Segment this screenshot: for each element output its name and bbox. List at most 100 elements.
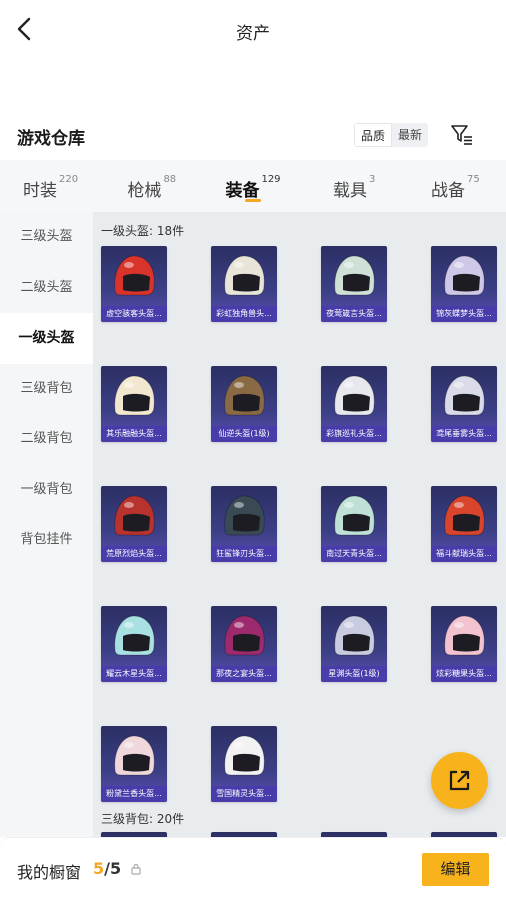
item-label: 雪国精灵头盔... xyxy=(211,786,277,802)
item-card[interactable]: 锦灰蝶梦头盔... xyxy=(431,246,497,322)
share-icon xyxy=(449,770,470,791)
tab-count: 88 xyxy=(163,174,177,185)
item-card[interactable]: 耀云木星头盔... xyxy=(101,606,167,682)
item-label: 鸢尾垂雾头盔... xyxy=(431,426,497,442)
filter-button[interactable] xyxy=(450,123,474,147)
showcase-total: 5 xyxy=(109,859,122,878)
item-label: 其乐融融头盔... xyxy=(101,426,167,442)
sidebar-item-level1-backpack[interactable]: 一级背包 xyxy=(0,465,93,516)
helmet-icon xyxy=(334,615,375,656)
helmet-icon xyxy=(334,255,375,296)
tab-label: 时装 xyxy=(23,181,58,201)
item-label: 锦灰蝶梦头盔... xyxy=(431,306,497,322)
sidebar: 三级头盔 二级头盔 一级头盔 三级背包 二级背包 一级背包 背包挂件 xyxy=(0,212,93,837)
item-label: 福斗献瑞头盔... xyxy=(431,546,497,562)
tab-label: 装备 xyxy=(225,181,260,201)
item-card[interactable]: 雪国精灵头盔... xyxy=(211,726,277,802)
item-label: 彩旗巡礼头盔... xyxy=(321,426,387,442)
tab-count: 75 xyxy=(467,174,480,185)
active-tab-indicator xyxy=(245,199,261,202)
item-label: 荒原烈焰头盔... xyxy=(101,546,167,562)
tab-count: 220 xyxy=(59,174,79,185)
helmet-icon xyxy=(114,375,155,416)
helmet-icon xyxy=(114,255,155,296)
lock-icon xyxy=(131,863,141,875)
helmet-icon xyxy=(444,495,485,536)
item-card[interactable]: 其乐融融头盔... xyxy=(101,366,167,442)
tab-vehicles[interactable]: 载具3 xyxy=(304,160,405,212)
tab-equipment[interactable]: 装备129 xyxy=(202,160,303,212)
item-label: 彩虹独角兽头... xyxy=(211,306,277,322)
item-label: 粉黛兰香头盔... xyxy=(101,786,167,802)
asset-page: 资产 游戏仓库 品质 最新 时装220 枪械88 装备129 载具3 战备75 xyxy=(0,0,506,897)
helmet-icon xyxy=(444,255,485,296)
item-card[interactable]: 南过天青头盔... xyxy=(321,486,387,562)
sidebar-item-level3-helmet[interactable]: 三级头盔 xyxy=(0,212,93,263)
helmet-icon xyxy=(224,375,265,416)
section-title: 一级头盔: 18件 xyxy=(101,224,185,238)
sidebar-item-level3-backpack[interactable]: 三级背包 xyxy=(0,364,93,415)
share-fab-button[interactable] xyxy=(431,752,488,809)
showcase-count: 5/5 xyxy=(93,859,121,878)
item-grid: 一级头盔: 18件 三级背包: 20件 虚空骇客头盔... 彩虹独角兽头... 夜莺… xyxy=(93,212,506,837)
tab-fashion[interactable]: 时装220 xyxy=(0,160,101,212)
tab-count: 3 xyxy=(369,174,376,185)
bottom-bar: 我的橱窗 5/5 编辑 xyxy=(0,837,506,897)
helmet-icon xyxy=(444,615,485,656)
item-label: 仙逆头盔(1级) xyxy=(211,426,277,442)
item-card[interactable]: 彩虹独角兽头... xyxy=(211,246,277,322)
item-card[interactable]: 虚空骇客头盔... xyxy=(101,246,167,322)
item-label: 南过天青头盔... xyxy=(321,546,387,562)
item-card[interactable]: 那夜之宴头盔... xyxy=(211,606,277,682)
helmet-icon xyxy=(114,495,155,536)
item-card[interactable]: 鸢尾垂雾头盔... xyxy=(431,366,497,442)
page-title: 资产 xyxy=(236,24,270,44)
item-card[interactable]: 星渊头盔(1级) xyxy=(321,606,387,682)
item-label: 那夜之宴头盔... xyxy=(211,666,277,682)
tab-weapons[interactable]: 枪械88 xyxy=(101,160,202,212)
item-label: 星渊头盔(1级) xyxy=(321,666,387,682)
helmet-icon xyxy=(334,375,375,416)
category-tabs: 时装220 枪械88 装备129 载具3 战备75 xyxy=(0,160,506,212)
tab-label: 战备 xyxy=(431,181,466,201)
item-card[interactable]: 荒原烈焰头盔... xyxy=(101,486,167,562)
sidebar-item-backpack-pendant[interactable]: 背包挂件 xyxy=(0,515,93,566)
helmet-icon xyxy=(334,495,375,536)
helmet-icon xyxy=(224,735,265,776)
sort-toggle: 品质 最新 xyxy=(354,123,429,147)
sort-quality-button[interactable]: 品质 xyxy=(354,123,393,147)
sidebar-item-level2-backpack[interactable]: 二级背包 xyxy=(0,414,93,465)
top-bar: 资产 xyxy=(0,0,506,60)
item-card[interactable]: 狂鲨锋刃头盔... xyxy=(211,486,277,562)
helmet-icon xyxy=(224,615,265,656)
edit-button[interactable]: 编辑 xyxy=(422,853,489,886)
tab-label: 枪械 xyxy=(127,181,162,201)
item-label: 虚空骇客头盔... xyxy=(101,306,167,322)
item-card[interactable]: 仙逆头盔(1级) xyxy=(211,366,277,442)
sidebar-item-level2-helmet[interactable]: 二级头盔 xyxy=(0,263,93,314)
item-label: 狂鲨锋刃头盔... xyxy=(211,546,277,562)
item-card[interactable]: 炫彩糖果头盔... xyxy=(431,606,497,682)
sidebar-item-level1-helmet[interactable]: 一级头盔 xyxy=(0,313,93,364)
item-card[interactable]: 粉黛兰香头盔... xyxy=(101,726,167,802)
helmet-icon xyxy=(114,615,155,656)
helmet-icon xyxy=(444,375,485,416)
helmet-icon xyxy=(224,495,265,536)
helmet-icon xyxy=(224,255,265,296)
helmet-icon xyxy=(114,735,155,776)
tab-label: 载具 xyxy=(333,181,368,201)
tab-supplies[interactable]: 战备75 xyxy=(405,160,506,212)
warehouse-title: 游戏仓库 xyxy=(17,129,85,149)
item-label: 夜莺箴言头盔... xyxy=(321,306,387,322)
showcase-current: 5 xyxy=(93,859,105,878)
sort-latest-button[interactable]: 最新 xyxy=(392,123,429,147)
item-card[interactable]: 彩旗巡礼头盔... xyxy=(321,366,387,442)
showcase-label: 我的橱窗 xyxy=(17,863,82,882)
item-card[interactable]: 福斗献瑞头盔... xyxy=(431,486,497,562)
item-label: 耀云木星头盔... xyxy=(101,666,167,682)
item-card[interactable]: 夜莺箴言头盔... xyxy=(321,246,387,322)
item-label: 炫彩糖果头盔... xyxy=(431,666,497,682)
filter-icon xyxy=(451,125,472,145)
section-title: 三级背包: 20件 xyxy=(101,812,185,826)
tab-count: 129 xyxy=(261,174,281,185)
